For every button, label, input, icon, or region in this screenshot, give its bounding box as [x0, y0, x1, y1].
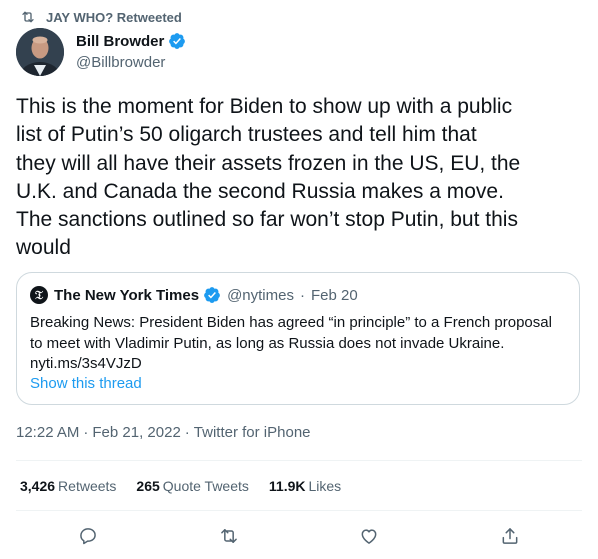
quote-tweets-count: 265 [136, 478, 160, 494]
likes-stat[interactable]: 11.9K Likes [269, 478, 341, 494]
tweet-actions [0, 519, 598, 553]
quoted-date: Feb 20 [310, 286, 358, 304]
tweet-date[interactable]: Feb 21, 2022 [92, 424, 180, 441]
tweet-stats: 3,426 Retweets 265 Quote Tweets 11.9K Likes [20, 478, 341, 494]
separator: · [83, 424, 89, 441]
divider [16, 460, 582, 461]
like-icon [361, 529, 377, 544]
separator: · [299, 286, 305, 304]
author-name[interactable]: Bill Browder [76, 33, 164, 50]
retweets-label: Retweets [58, 478, 117, 494]
retweet-icon [22, 11, 34, 23]
tweet-time[interactable]: 12:22 AM [16, 424, 79, 441]
quoted-author-handle: @nytimes [227, 286, 294, 304]
retweeted-by-label: JAY WHO? Retweeted [46, 9, 182, 25]
divider [16, 510, 582, 511]
quoted-tweet[interactable]: 𝔗 The New York Times @nytimes · Feb 20 B… [16, 272, 580, 405]
retweet-icon [221, 529, 237, 543]
separator: · [184, 424, 190, 441]
verified-badge-icon [169, 33, 186, 49]
retweeted-by[interactable]: JAY WHO? Retweeted [20, 9, 182, 25]
share-icon [502, 528, 518, 544]
reply-icon [80, 528, 96, 545]
retweet-button[interactable] [212, 519, 246, 553]
tweet-text: This is the moment for Biden to show up … [16, 95, 521, 260]
tweet-author: Bill Browder @Billbrowder [16, 28, 186, 76]
quoted-author-name: The New York Times [54, 286, 200, 304]
likes-count: 11.9K [268, 478, 306, 494]
quote-tweets-label: Quote Tweets [162, 478, 249, 494]
verified-badge-icon [204, 287, 220, 303]
nyt-logo-icon: 𝔗 [30, 286, 48, 304]
quoted-tweet-text: Breaking News: President Biden has agree… [30, 314, 552, 372]
author-handle[interactable]: @Billbrowder [76, 53, 186, 73]
likes-label: Likes [308, 478, 342, 494]
retweets-stat[interactable]: 3,426 Retweets [20, 478, 116, 494]
share-button[interactable] [493, 519, 527, 553]
tweet-source[interactable]: Twitter for iPhone [194, 424, 311, 441]
like-button[interactable] [352, 519, 386, 553]
tweet-timestamp: 12:22 AM · Feb 21, 2022 · Twitter for iP… [16, 424, 311, 441]
show-thread-link[interactable]: Show this thread [30, 375, 142, 392]
retweets-count: 3,426 [20, 478, 56, 494]
quote-tweets-stat[interactable]: 265 Quote Tweets [136, 478, 249, 494]
avatar[interactable] [16, 28, 64, 76]
quoted-tweet-header: 𝔗 The New York Times @nytimes · Feb 20 [30, 285, 358, 305]
reply-button[interactable] [71, 519, 105, 553]
